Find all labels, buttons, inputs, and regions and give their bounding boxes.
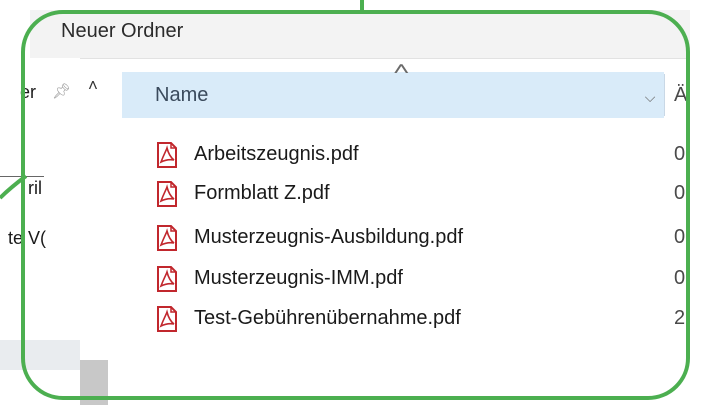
nav-item-april[interactable]: ril bbox=[28, 178, 42, 199]
column-header-name-label: Name bbox=[155, 84, 209, 106]
highlight-connector bbox=[360, 0, 364, 12]
file-name: Formblatt Z.pdf bbox=[194, 182, 330, 204]
pdf-file-icon bbox=[157, 142, 177, 168]
pdf-file-icon bbox=[157, 225, 177, 251]
scroll-up-arrow-icon[interactable]: ˄ bbox=[88, 76, 98, 96]
file-date: 0 bbox=[674, 226, 686, 248]
file-row[interactable]: Musterzeugnis-Ausbildung.pdf 0 bbox=[155, 221, 685, 255]
nav-item-quick-access[interactable]: er bbox=[20, 82, 36, 103]
file-row[interactable]: Musterzeugnis-IMM.pdf 0 bbox=[155, 262, 685, 296]
column-header-date-modified[interactable]: Ä bbox=[674, 84, 687, 107]
sort-ascending-icon: ˄ bbox=[392, 59, 410, 79]
screenshot-canvas: Neuer Ordner er 📌︎ ril te V( ˄ ˄ Name ⌵ … bbox=[0, 0, 709, 405]
file-row[interactable]: Arbeitszeugnis.pdf 0 bbox=[155, 138, 685, 172]
file-date: 0 bbox=[674, 267, 686, 289]
address-text[interactable]: Neuer Ordner bbox=[61, 20, 183, 43]
pdf-file-icon bbox=[157, 266, 177, 292]
file-name: Musterzeugnis-Ausbildung.pdf bbox=[194, 226, 464, 248]
column-separator[interactable] bbox=[664, 74, 665, 116]
pin-icon[interactable]: 📌︎ bbox=[52, 82, 71, 100]
file-date: 0 bbox=[674, 182, 686, 204]
file-date: 2 bbox=[674, 307, 686, 329]
nav-item-folder[interactable]: te V( bbox=[8, 228, 46, 249]
pdf-file-icon bbox=[157, 181, 177, 207]
file-row[interactable]: Formblatt Z.pdf 0 bbox=[155, 177, 685, 211]
column-filter-chevron-icon[interactable]: ⌵ bbox=[636, 84, 664, 110]
file-row[interactable]: Test-Gebührenübernahme.pdf 2 bbox=[155, 302, 685, 336]
file-name: Musterzeugnis-IMM.pdf bbox=[194, 267, 403, 289]
nav-pane-strip bbox=[0, 340, 80, 370]
pdf-file-icon bbox=[157, 306, 177, 332]
file-name: Arbeitszeugnis.pdf bbox=[194, 143, 359, 165]
file-name: Test-Gebührenübernahme.pdf bbox=[194, 307, 461, 329]
file-date: 0 bbox=[674, 143, 686, 165]
nav-scrollbar-track[interactable] bbox=[80, 72, 108, 405]
callout-line bbox=[0, 176, 44, 177]
nav-scrollbar-thumb[interactable] bbox=[80, 360, 108, 405]
